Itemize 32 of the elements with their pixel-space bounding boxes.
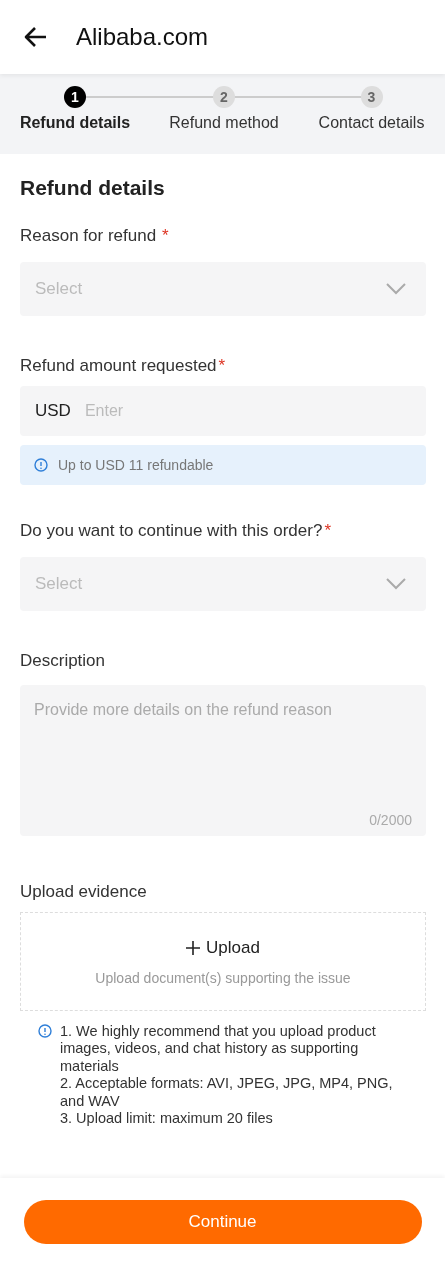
step-number: 1 (64, 86, 86, 108)
amount-input[interactable]: Enter (82, 401, 287, 421)
note-text: 3. Upload limit: maximum 20 files (60, 1109, 274, 1128)
field-label: Reason for refund (20, 226, 157, 246)
field-label: Description (20, 651, 106, 671)
step-number: 2 (213, 86, 235, 108)
back-arrow-icon[interactable] (24, 26, 48, 48)
step-number: 3 (360, 86, 383, 108)
chevron-down-icon (386, 283, 406, 295)
upload-button[interactable]: Upload (186, 937, 260, 958)
required-mark: * (162, 226, 169, 246)
field-label: Refund amount requested (20, 356, 217, 376)
note-text: 1. We highly recommend that you upload product images, videos, and chat history as supporting materials (60, 1023, 377, 1076)
step-label[interactable]: Refund details (19, 114, 131, 132)
field-label: Upload evidence (20, 882, 147, 902)
note-text: 2. Acceptable formats: AVI, JPEG, JPG, MP4, PNG, and WAV (60, 1075, 394, 1110)
step-label[interactable]: Contact details (318, 114, 425, 132)
step-label[interactable]: Refund method (169, 114, 279, 132)
info-icon (34, 458, 48, 472)
currency-label: USD (35, 401, 71, 421)
character-counter: 0/2000 (369, 812, 412, 828)
page-title: Alibaba.com (76, 23, 209, 51)
upload-hint: Upload document(s) supporting the issue (95, 969, 351, 986)
info-icon (38, 1024, 52, 1038)
plus-icon (186, 940, 201, 955)
section-title: Refund details (20, 176, 166, 200)
required-mark: * (324, 521, 331, 541)
chevron-down-icon (386, 578, 406, 590)
required-mark: * (218, 356, 226, 376)
upload-area[interactable]: Upload Upload document(s) supporting the issue (20, 912, 426, 1011)
info-text: Up to USD 11 refundable (58, 457, 214, 473)
field-label: Do you want to continue with this order? (20, 521, 323, 541)
